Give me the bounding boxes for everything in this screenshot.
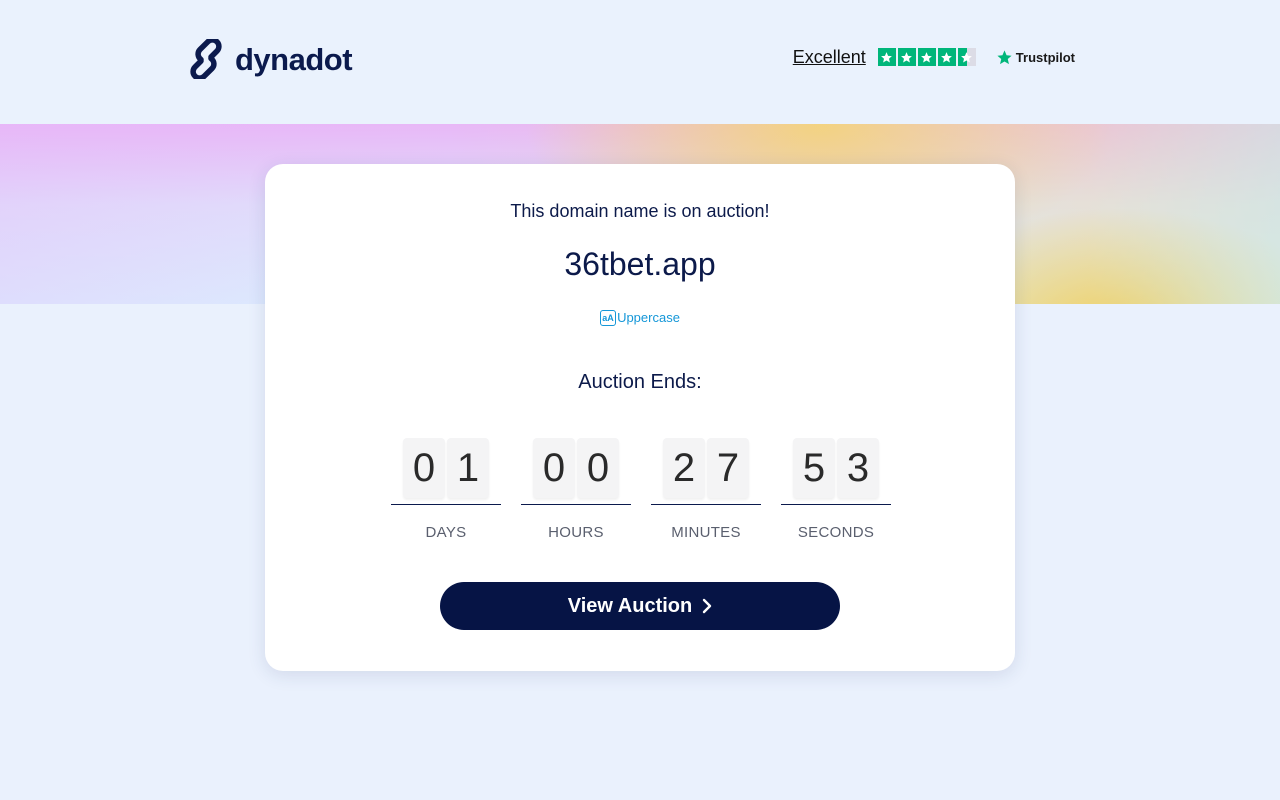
countdown-digit: 0 <box>403 438 445 498</box>
trust-rating-label[interactable]: Excellent <box>793 47 866 68</box>
countdown-digits: 0 1 <box>391 438 501 505</box>
view-auction-button[interactable]: View Auction <box>440 582 840 630</box>
auction-notice: This domain name is on auction! <box>510 201 770 221</box>
countdown-unit-label: DAYS <box>425 524 467 541</box>
countdown-timer: 0 1 DAYS 0 0 HOURS 2 7 MINUTES 5 3 SECON… <box>391 438 891 541</box>
countdown-unit-label: HOURS <box>548 524 604 541</box>
trust-stars <box>877 48 976 66</box>
uppercase-toggle[interactable]: aA Uppercase <box>265 308 1015 326</box>
star-icon <box>897 48 916 66</box>
domain-name: 36tbet.app <box>564 246 716 282</box>
star-icon <box>917 48 936 66</box>
trustpilot-star-icon <box>997 49 1012 64</box>
star-icon <box>877 48 896 66</box>
countdown-unit-label: MINUTES <box>671 524 741 541</box>
countdown-digit: 5 <box>793 438 835 498</box>
countdown-digit: 7 <box>707 438 749 498</box>
view-auction-button-label: View Auction <box>567 594 693 617</box>
countdown-hours: 0 0 HOURS <box>521 438 631 541</box>
countdown-digits: 2 7 <box>651 438 761 505</box>
uppercase-toggle-label: Uppercase <box>617 309 680 325</box>
trustpilot-widget[interactable]: Excellent Trustpilot <box>793 46 1075 68</box>
auction-ends-label: Auction Ends: <box>578 371 702 393</box>
countdown-days: 0 1 DAYS <box>391 438 501 541</box>
countdown-digits: 5 3 <box>781 438 891 505</box>
text-case-icon: aA <box>600 310 617 326</box>
countdown-minutes: 2 7 MINUTES <box>651 438 761 541</box>
logo-text: dynadot <box>235 41 353 77</box>
star-half-icon <box>957 48 976 66</box>
countdown-unit-label: SECONDS <box>797 524 875 541</box>
countdown-digit: 3 <box>837 438 879 498</box>
countdown-digit: 0 <box>533 438 575 498</box>
auction-card: This domain name is on auction! 36tbet.a… <box>265 164 1015 671</box>
countdown-digits: 0 0 <box>521 438 631 505</box>
star-icon <box>937 48 956 66</box>
trustpilot-brand[interactable]: Trustpilot <box>996 49 1075 66</box>
countdown-seconds: 5 3 SECONDS <box>781 438 891 541</box>
countdown-digit: 2 <box>663 438 705 498</box>
chain-link-icon <box>190 39 222 79</box>
header: dynadot Excellent Trustpilot <box>0 0 1280 124</box>
dynadot-logo[interactable]: dynadot <box>187 38 353 80</box>
chevron-right-icon <box>703 598 712 614</box>
countdown-digit: 1 <box>447 438 489 498</box>
trustpilot-brand-text: Trustpilot <box>1015 49 1075 65</box>
countdown-digit: 0 <box>577 438 619 498</box>
